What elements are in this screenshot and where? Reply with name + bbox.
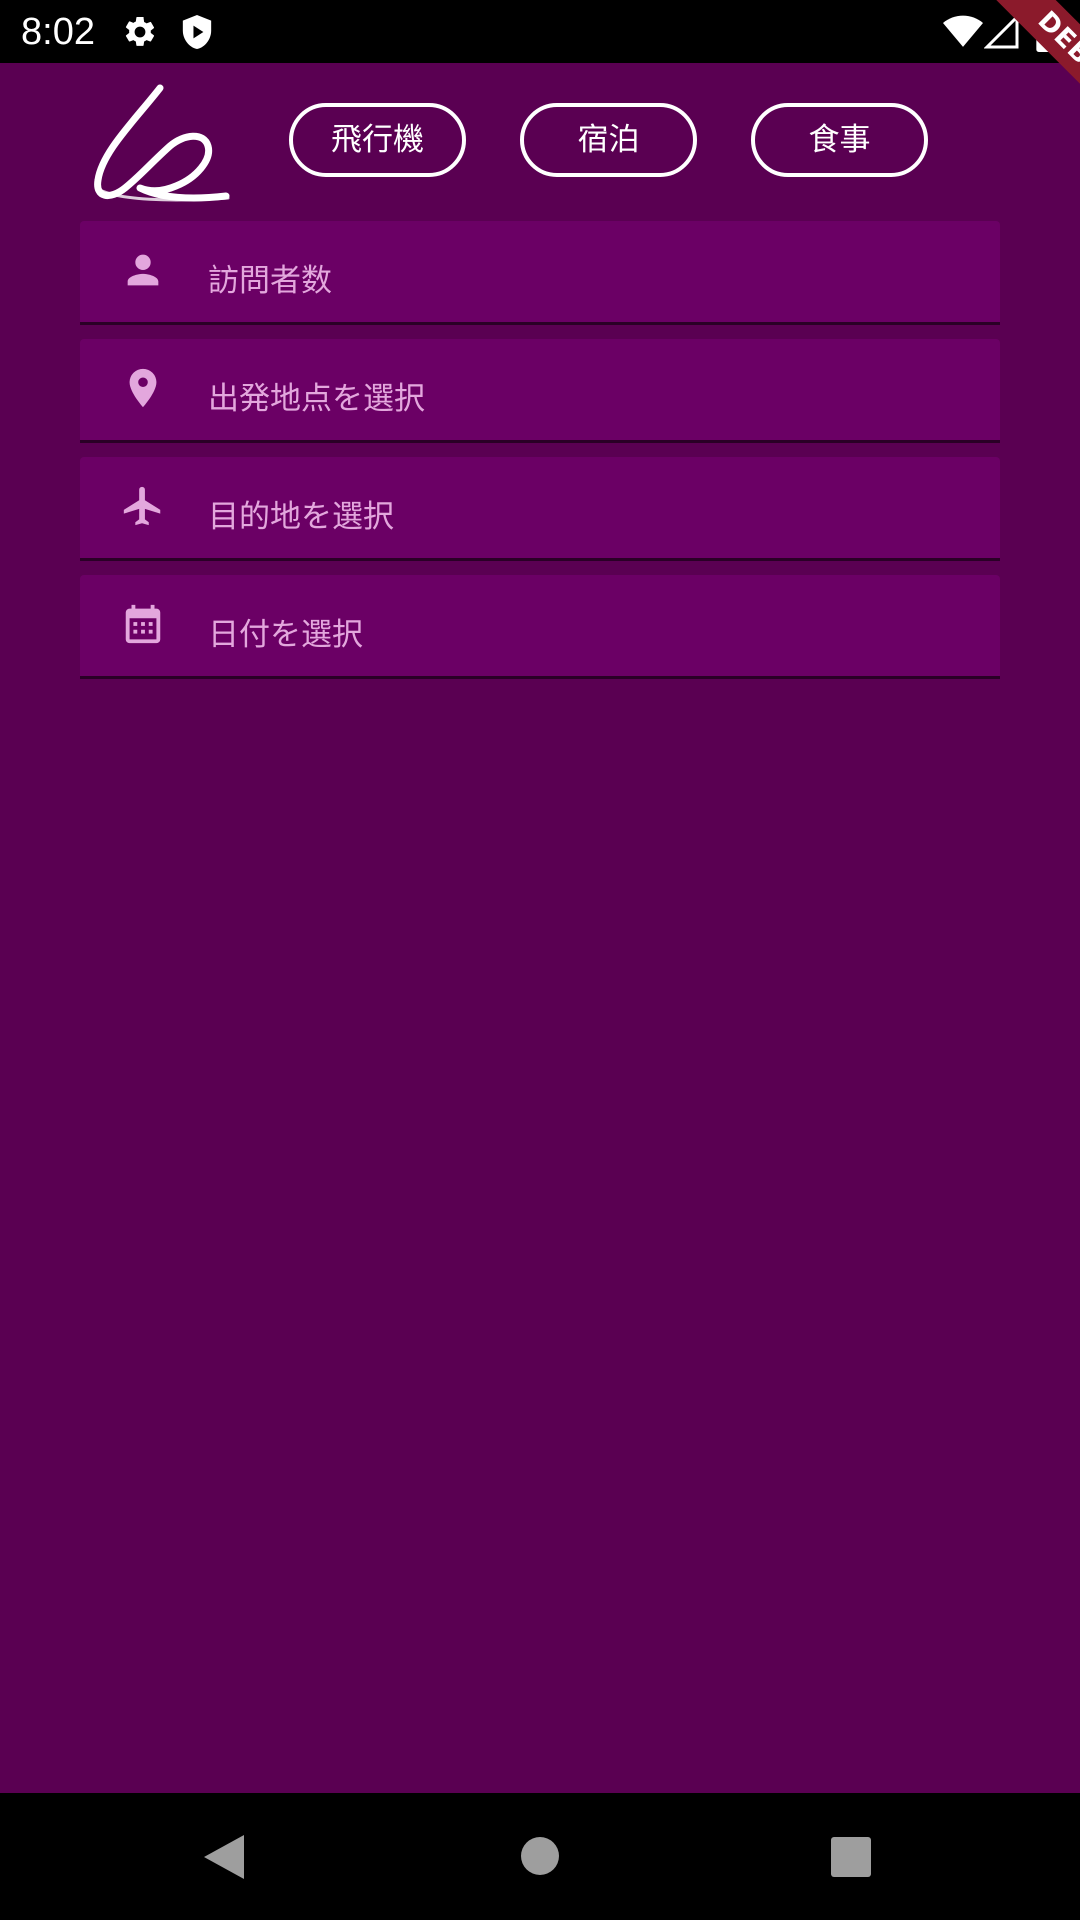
wifi-icon: [943, 15, 983, 47]
departure-placeholder: 出発地点を選択: [208, 381, 425, 417]
destination-placeholder: 目的地を選択: [208, 499, 394, 535]
status-time: 8:02: [21, 11, 95, 53]
location-pin-icon: [129, 368, 157, 408]
gear-icon: [125, 16, 155, 46]
shield-play-icon: [182, 15, 212, 49]
signature-logo: [94, 84, 230, 202]
destination-field[interactable]: 目的地を選択: [80, 457, 1000, 561]
home-icon[interactable]: [520, 1836, 560, 1876]
airplane-icon: [123, 486, 161, 526]
departure-field[interactable]: 出発地点を選択: [80, 339, 1000, 443]
status-bar: 8:02: [0, 0, 1080, 63]
date-field[interactable]: 日付を選択: [80, 575, 1000, 679]
recents-icon[interactable]: [831, 1837, 871, 1877]
stay-button[interactable]: 宿泊: [520, 103, 697, 177]
back-icon[interactable]: [202, 1833, 246, 1881]
navigation-bar: [0, 1793, 1080, 1920]
meal-button[interactable]: 食事: [751, 103, 928, 177]
flight-button[interactable]: 飛行機: [289, 103, 466, 177]
date-placeholder: 日付を選択: [208, 617, 363, 653]
person-icon: [127, 254, 159, 286]
battery-icon: [1036, 12, 1060, 52]
visitors-placeholder: 訪問者数: [208, 263, 332, 299]
signal-icon: [984, 14, 1019, 49]
calendar-icon: [125, 604, 161, 644]
visitors-field[interactable]: 訪問者数: [80, 221, 1000, 325]
